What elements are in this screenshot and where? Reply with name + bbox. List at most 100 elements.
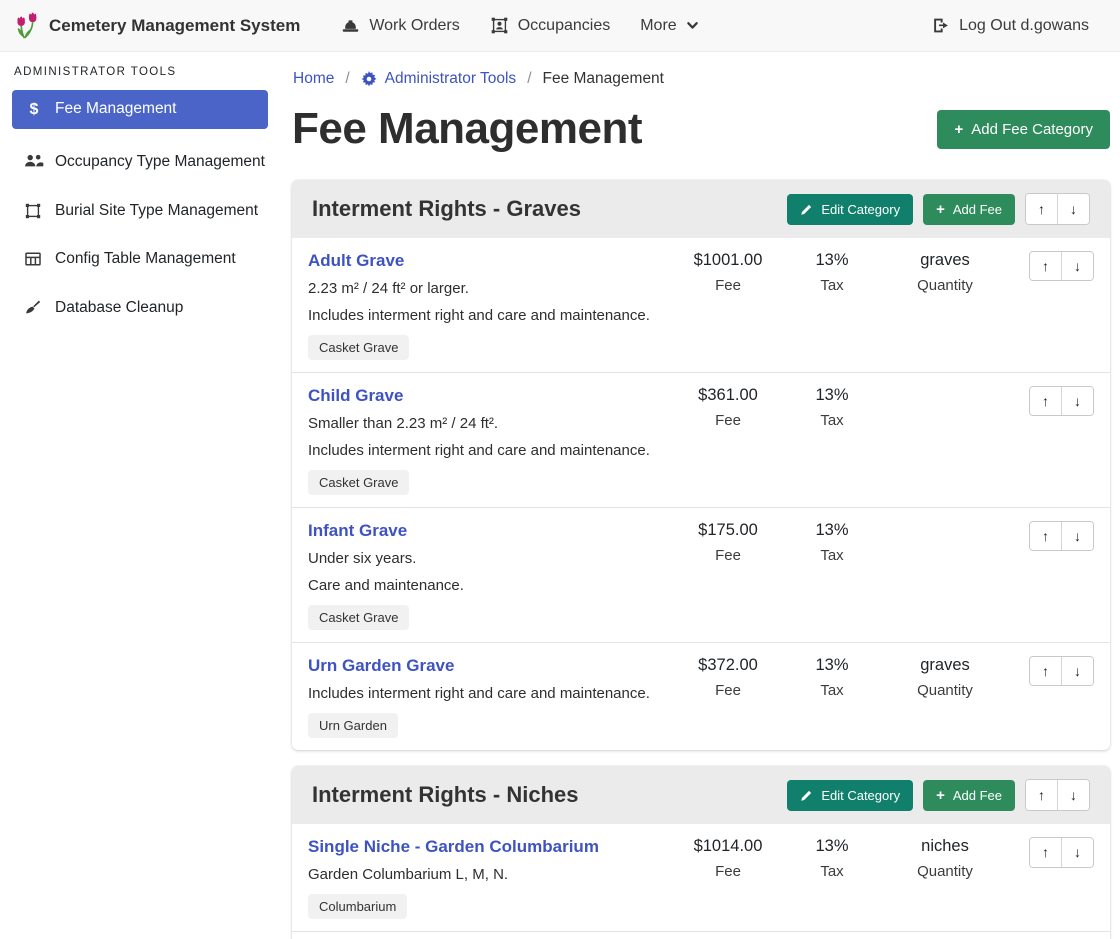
move-fee-down-button[interactable]: ↓	[1061, 522, 1093, 550]
fee-name-link[interactable]: Infant Grave	[308, 521, 407, 541]
fee-row: Child Grave Smaller than 2.23 m² / 24 ft…	[292, 372, 1110, 507]
quantity-cell: graves Quantity	[884, 656, 1006, 738]
broom-icon	[24, 299, 44, 317]
sidebar-item-occupancy-type-management[interactable]: Occupancy Type Management	[12, 145, 268, 179]
sidebar-item-label: Burial Site Type Management	[55, 201, 258, 221]
edit-category-label: Edit Category	[821, 202, 900, 217]
fee-label: Fee	[676, 412, 780, 429]
move-fee-up-button[interactable]: ↑	[1030, 522, 1061, 550]
fee-badge: Casket Grave	[308, 335, 409, 360]
move-category-up-button[interactable]: ↑	[1026, 780, 1057, 810]
sidebar-item-database-cleanup[interactable]: Database Cleanup	[12, 291, 268, 325]
move-fee-up-button[interactable]: ↑	[1030, 657, 1061, 685]
sidebar-item-config-table-management[interactable]: Config Table Management	[12, 242, 268, 276]
plus-icon: +	[936, 788, 945, 803]
breadcrumb-admin-tools-label: Administrator Tools	[385, 70, 517, 88]
tax-value: 13%	[780, 837, 884, 856]
fee-badge: Columbarium	[308, 894, 407, 919]
category-title: Interment Rights - Niches	[312, 782, 787, 808]
category-header: Interment Rights - Graves Edit Category …	[292, 180, 1110, 238]
sidebar-item-fee-management[interactable]: $ Fee Management	[12, 90, 268, 129]
quantity-label: Quantity	[884, 277, 1006, 294]
nav-item-label: Occupancies	[518, 17, 611, 35]
nav-item-label: More	[640, 17, 676, 35]
move-category-down-button[interactable]: ↓	[1057, 780, 1089, 810]
fee-amount-cell: $175.00 Fee	[676, 521, 780, 630]
move-category-up-button[interactable]: ↑	[1026, 194, 1057, 224]
fee-badge: Casket Grave	[308, 605, 409, 630]
chevron-down-icon	[686, 19, 699, 32]
nav-item-more[interactable]: More	[640, 17, 698, 35]
quantity-label: Quantity	[884, 682, 1006, 699]
add-fee-button[interactable]: + Add Fee	[923, 194, 1015, 225]
fee-amount: $175.00	[676, 521, 780, 540]
fee-amount-cell: $372.00 Fee	[676, 656, 780, 738]
fee-amount-cell: $361.00 Fee	[676, 386, 780, 495]
move-fee-up-button[interactable]: ↑	[1030, 838, 1061, 866]
move-fee-down-button[interactable]: ↓	[1061, 657, 1093, 685]
edit-category-button[interactable]: Edit Category	[787, 780, 913, 811]
fee-row: Infant Grave Under six years. Care and m…	[292, 507, 1110, 642]
fee-reorder-group: ↑ ↓	[1029, 386, 1094, 416]
tax-label: Tax	[780, 547, 884, 564]
fee-amount-cell: $1014.00 Fee	[676, 837, 780, 919]
fee-row: Adult Grave 2.23 m² / 24 ft² or larger. …	[292, 238, 1110, 372]
fee-row: Single Niche - Garden Columbarium Garden…	[292, 824, 1110, 931]
fee-description: Garden Columbarium L, M, N.	[308, 866, 670, 883]
brand-title: Cemetery Management System	[49, 16, 300, 36]
edit-category-label: Edit Category	[821, 788, 900, 803]
nav-item-label: Work Orders	[369, 17, 459, 35]
move-fee-up-button[interactable]: ↑	[1030, 387, 1061, 415]
nav-item-work-orders[interactable]: Work Orders	[341, 16, 459, 35]
tax-label: Tax	[780, 682, 884, 699]
plus-icon: +	[954, 122, 963, 137]
tax-cell: 13% Tax	[780, 656, 884, 738]
move-fee-down-button[interactable]: ↓	[1061, 252, 1093, 280]
category-header: Interment Rights - Niches Edit Category …	[292, 766, 1110, 824]
fee-name-link[interactable]: Child Grave	[308, 386, 403, 406]
move-fee-down-button[interactable]: ↓	[1061, 387, 1093, 415]
sidebar-item-label: Database Cleanup	[55, 298, 183, 318]
sidebar-item-burial-site-type-management[interactable]: Burial Site Type Management	[12, 194, 268, 228]
fee-amount: $361.00	[676, 386, 780, 405]
breadcrumb-admin-tools-link[interactable]: Administrator Tools	[361, 70, 517, 88]
fee-description: Under six years.	[308, 550, 670, 567]
page-title: Fee Management	[292, 104, 642, 154]
tax-value: 13%	[780, 386, 884, 405]
fee-reorder-group: ↑ ↓	[1029, 656, 1094, 686]
fee-name-link[interactable]: Urn Garden Grave	[308, 656, 454, 676]
fee-label: Fee	[676, 277, 780, 294]
fee-reorder-group: ↑ ↓	[1029, 837, 1094, 867]
quantity-cell: niches Quantity	[884, 837, 1006, 919]
fee-description: 2.23 m² / 24 ft² or larger.	[308, 280, 670, 297]
add-fee-button[interactable]: + Add Fee	[923, 780, 1015, 811]
move-category-down-button[interactable]: ↓	[1057, 194, 1089, 224]
move-fee-down-button[interactable]: ↓	[1061, 838, 1093, 866]
category-reorder-group: ↑ ↓	[1025, 779, 1090, 811]
fee-amount: $1014.00	[676, 837, 780, 856]
quantity-value: graves	[884, 251, 1006, 270]
fee-label: Fee	[676, 682, 780, 699]
fee-badge: Casket Grave	[308, 470, 409, 495]
nav-item-occupancies[interactable]: Occupancies	[490, 16, 611, 35]
fee-reorder-group: ↑ ↓	[1029, 521, 1094, 551]
breadcrumb-home-link[interactable]: Home	[293, 70, 334, 88]
quantity-value: niches	[884, 837, 1006, 856]
fee-label: Fee	[676, 547, 780, 564]
sidebar-item-label: Fee Management	[55, 99, 177, 119]
logout-link[interactable]: Log Out d.gowans	[931, 16, 1089, 35]
fee-description: Includes interment right and care and ma…	[308, 307, 670, 324]
fee-name-link[interactable]: Adult Grave	[308, 251, 404, 271]
dollar-icon: $	[24, 100, 44, 120]
tax-cell: 13% Tax	[780, 386, 884, 495]
logout-label: Log Out d.gowans	[959, 17, 1089, 35]
move-fee-up-button[interactable]: ↑	[1030, 252, 1061, 280]
add-fee-category-button[interactable]: + Add Fee Category	[937, 110, 1110, 149]
sidebar-item-label: Occupancy Type Management	[55, 152, 265, 172]
fee-name-link[interactable]: Single Niche - Garden Columbarium	[308, 837, 599, 857]
fee-row: Urn Garden Grave Includes interment righ…	[292, 642, 1110, 750]
brand[interactable]: Cemetery Management System	[16, 12, 300, 39]
fee-amount-cell: $1001.00 Fee	[676, 251, 780, 360]
tax-cell: 13% Tax	[780, 251, 884, 360]
edit-category-button[interactable]: Edit Category	[787, 194, 913, 225]
